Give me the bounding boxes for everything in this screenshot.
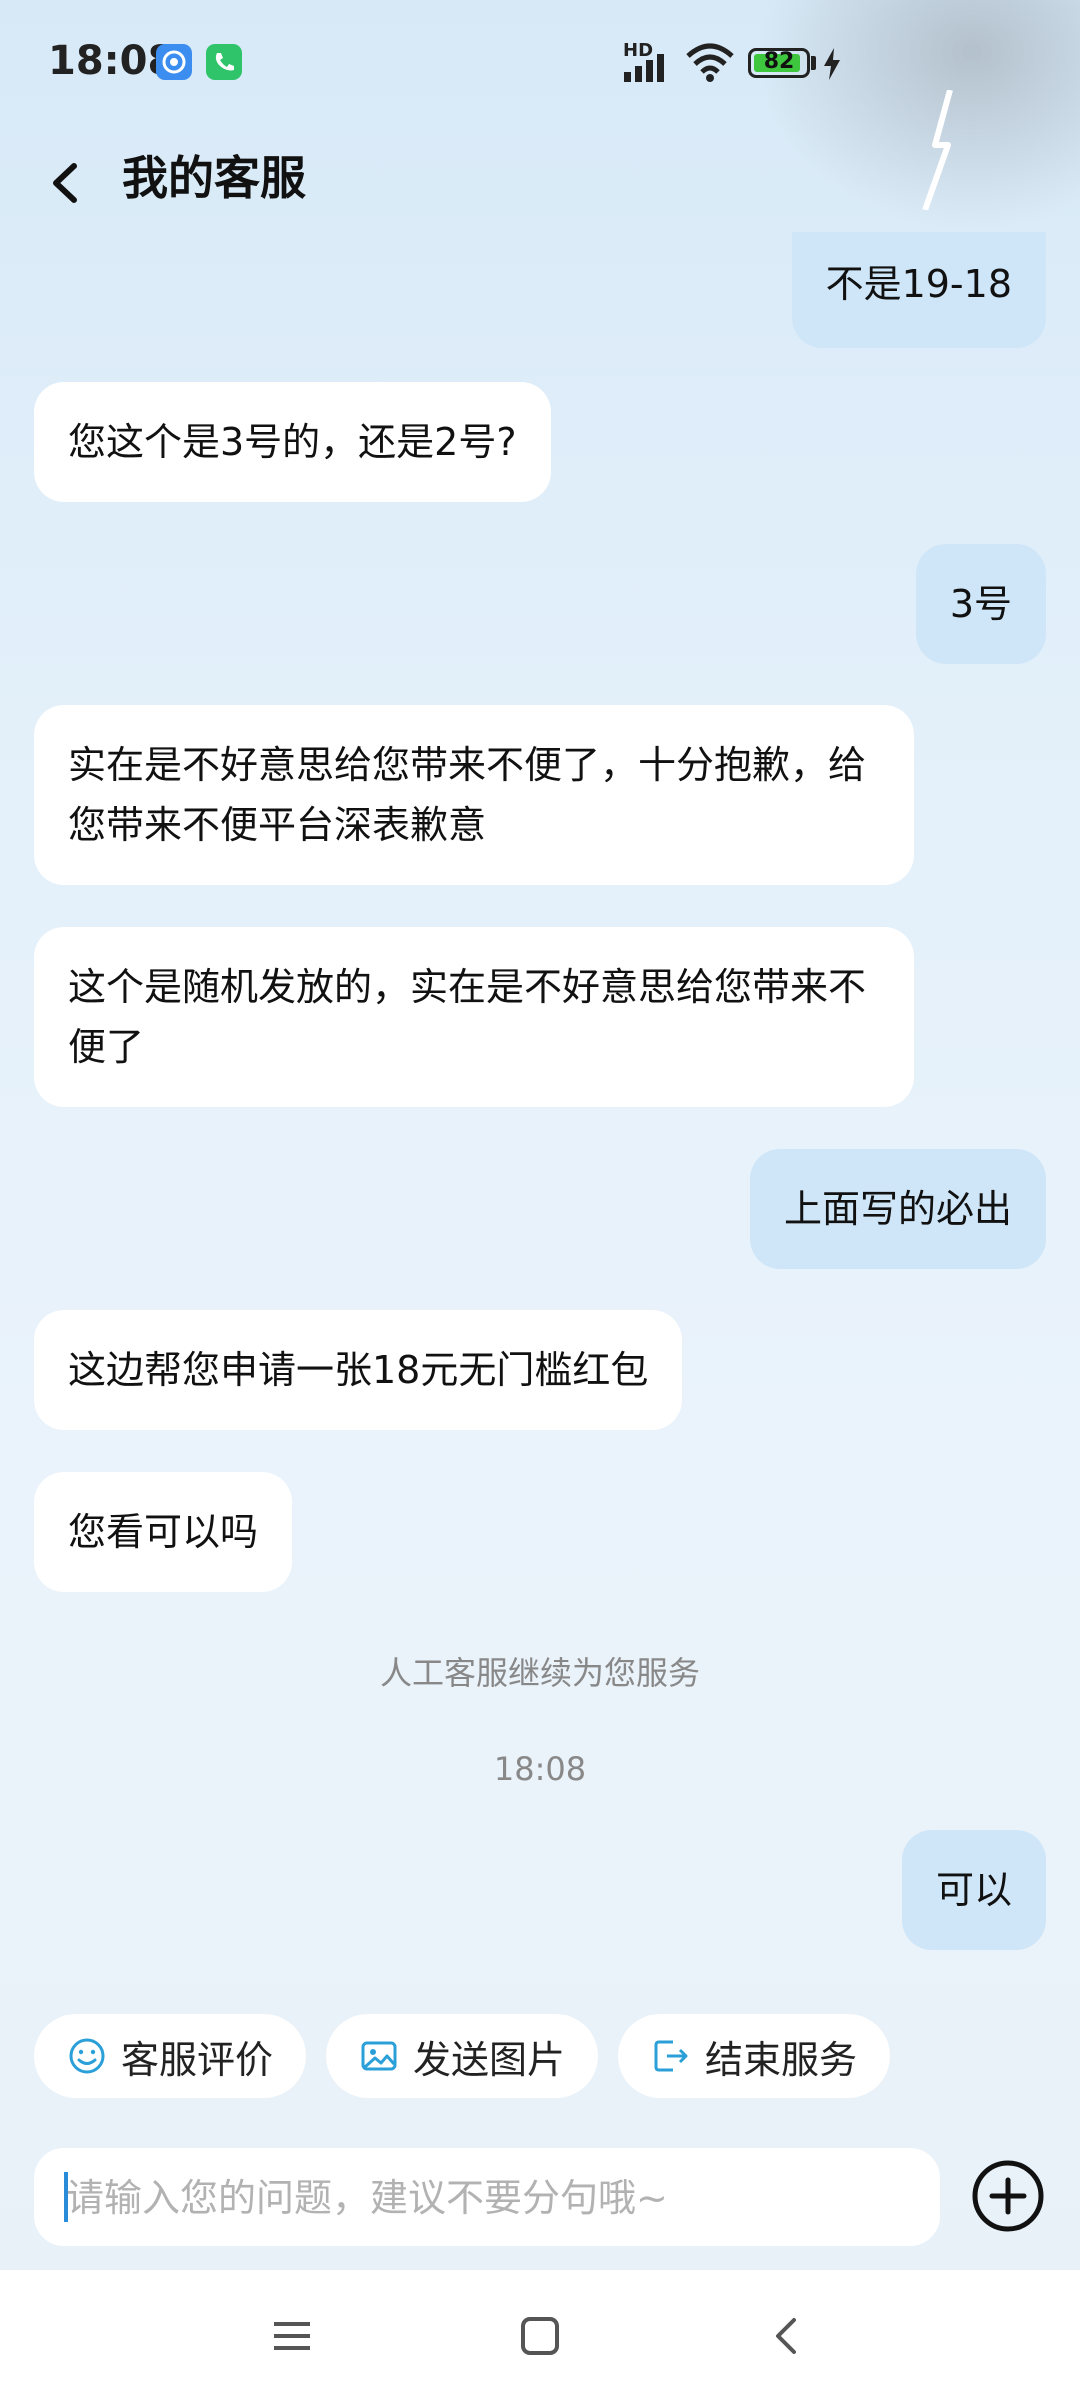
battery-tip: [811, 56, 816, 70]
message-bubble-agent: 您看可以吗: [34, 1472, 293, 1592]
message-bubble-agent: 实在是不好意思给您带来不便了，十分抱歉，给您带来不便平台深表歉意: [34, 705, 914, 885]
system-navigation-bar: [0, 2270, 1080, 2400]
message-bubble-user: 不是19-18: [791, 232, 1046, 348]
end-service-label: 结束服务: [704, 2037, 857, 2082]
message-input-container: [34, 2148, 940, 2248]
battery-level: 82: [763, 49, 795, 74]
message-bubble-agent: 这个是随机发放的，实在是不好意思给您带来不便了: [34, 927, 914, 1107]
system-notice: 人工客服继续为您服务: [379, 1654, 700, 1692]
send-image-button[interactable]: 发送图片: [326, 2014, 598, 2098]
send-image-label: 发送图片: [412, 2037, 565, 2082]
message-text: 上面写的必出: [783, 1187, 1012, 1231]
back-arrow-icon[interactable]: [40, 148, 100, 218]
message-bubble-user: 3号: [915, 544, 1046, 664]
message-text: 3号: [949, 582, 1012, 626]
smiley-icon: [69, 2038, 105, 2074]
message-text: 这个是随机发放的，实在是不好意思给您带来不便了: [68, 965, 867, 1069]
rate-service-button[interactable]: 客服评价: [34, 2014, 306, 2098]
end-service-button[interactable]: 结束服务: [618, 2014, 890, 2098]
message-text: 您这个是3号的，还是2号?: [68, 420, 517, 464]
message-text: 这边帮您申请一张18元无门槛红包: [68, 1348, 649, 1392]
message-input[interactable]: [64, 2148, 908, 2248]
back-icon[interactable]: [758, 2306, 818, 2366]
chat-header: 我的客服: [0, 130, 1080, 240]
wifi-icon: [686, 43, 734, 82]
menu-icon[interactable]: [262, 2306, 322, 2366]
message-text: 不是19-18: [825, 262, 1012, 306]
notification-app-icon: [156, 44, 192, 80]
status-bar: 18:08 HD 82: [0, 0, 1080, 130]
message-text: 实在是不好意思给您带来不便了，十分抱歉，给您带来不便平台深表歉意: [68, 743, 867, 847]
charging-icon: [824, 48, 840, 80]
message-text: 可以: [935, 1868, 1012, 1912]
image-icon: [361, 2041, 397, 2071]
message-bubble-user: 上面写的必出: [749, 1149, 1046, 1269]
battery-icon: 82: [748, 48, 810, 78]
message-text: 您看可以吗: [68, 1510, 259, 1554]
exit-icon: [654, 2040, 688, 2072]
text-caret: [64, 2172, 68, 2222]
message-bubble-user: 可以: [901, 1830, 1046, 1950]
home-icon[interactable]: [510, 2306, 570, 2366]
page-title: 我的客服: [122, 151, 306, 205]
signal-icon: [624, 54, 664, 82]
plus-circle-icon[interactable]: [970, 2158, 1046, 2234]
message-timestamp: 18:08: [493, 1750, 587, 1788]
message-bubble-agent: 您这个是3号的，还是2号?: [34, 382, 551, 502]
phone-call-icon: [206, 44, 242, 80]
message-bubble-agent: 这边帮您申请一张18元无门槛红包: [34, 1310, 683, 1430]
rate-service-label: 客服评价: [120, 2037, 273, 2082]
